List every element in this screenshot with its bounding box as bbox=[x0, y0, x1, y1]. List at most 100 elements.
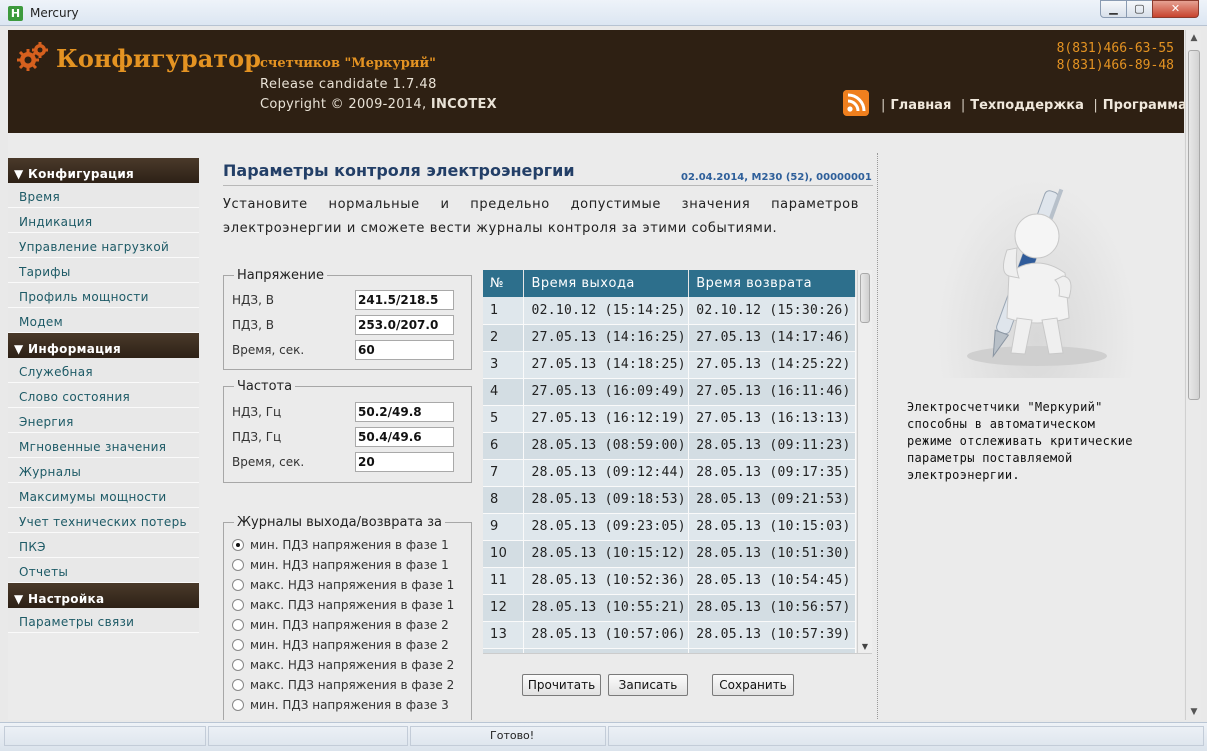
journal-option[interactable]: макс. ПДЗ напряжения в фазе 2 bbox=[232, 675, 467, 695]
radio-button[interactable] bbox=[232, 639, 244, 651]
close-button[interactable]: ✕ bbox=[1152, 0, 1199, 18]
table-row[interactable]: 8 28.05.13 (09:18:53) 28.05.13 (09:21:53) bbox=[483, 486, 856, 514]
rss-icon[interactable] bbox=[843, 90, 869, 116]
journal-table: № Время выхода Время возврата 1 02.10.12 … bbox=[483, 270, 856, 653]
radio-button[interactable] bbox=[232, 699, 244, 711]
journal-option-label: макс. НДЗ напряжения в фазе 2 bbox=[250, 658, 455, 672]
radio-button[interactable] bbox=[232, 539, 244, 551]
sidebar-item-instant-values[interactable]: Мгновенные значения bbox=[8, 433, 199, 458]
read-button[interactable]: Прочитать bbox=[522, 674, 601, 696]
field-label: ПДЗ, В bbox=[232, 318, 274, 332]
cell-return-time: 27.05.13 (16:13:13) bbox=[688, 405, 856, 433]
journal-option[interactable]: макс. НДЗ напряжения в фазе 2 bbox=[232, 655, 467, 675]
voltage-time-input[interactable]: 60 bbox=[355, 340, 454, 360]
sidebar-item-load-control[interactable]: Управление нагрузкой bbox=[8, 233, 199, 258]
promo-line: способны в автоматическом bbox=[907, 417, 1096, 431]
journal-option[interactable]: мин. ПДЗ напряжения в фазе 1 bbox=[232, 535, 467, 555]
write-button[interactable]: Записать bbox=[608, 674, 688, 696]
status-bar: Готово! bbox=[0, 722, 1207, 751]
promo-line: режиме отслеживать критические bbox=[907, 434, 1133, 448]
radio-button[interactable] bbox=[232, 579, 244, 591]
frequency-ndz-row: НДЗ, Гц 50.2/49.8 bbox=[232, 402, 454, 422]
scroll-down-arrow-icon[interactable]: ▼ bbox=[858, 640, 872, 653]
column-header-number[interactable]: № bbox=[483, 270, 525, 297]
scrollbar-thumb[interactable] bbox=[1188, 50, 1200, 400]
table-row[interactable]: 6 28.05.13 (08:59:00) 28.05.13 (09:11:23) bbox=[483, 432, 856, 460]
sidebar-item-modem[interactable]: Модем bbox=[8, 308, 199, 333]
table-scrollbar[interactable]: ▲ ▼ bbox=[857, 270, 872, 653]
journal-option[interactable]: макс. НДЗ напряжения в фазе 1 bbox=[232, 575, 467, 595]
frequency-time-input[interactable]: 20 bbox=[355, 452, 454, 472]
table-row[interactable]: 3 27.05.13 (14:18:25) 27.05.13 (14:25:22) bbox=[483, 351, 856, 379]
sidebar-item-technical-losses[interactable]: Учет технических потерь bbox=[8, 508, 199, 533]
sidebar-section-configuration[interactable]: ▼ Конфигурация bbox=[8, 158, 199, 183]
journal-option[interactable]: макс. ПДЗ напряжения в фазе 1 bbox=[232, 595, 467, 615]
journal-option-label: мин. ПДЗ напряжения в фазе 1 bbox=[250, 538, 449, 552]
voltage-pdz-input[interactable]: 253.0/207.0 bbox=[355, 315, 454, 335]
journal-option[interactable]: мин. ПДЗ напряжения в фазе 2 bbox=[232, 615, 467, 635]
nav-link-support[interactable]: Техподдержка bbox=[970, 98, 1084, 113]
sidebar-item-power-profile[interactable]: Профиль мощности bbox=[8, 283, 199, 308]
sidebar-item-service[interactable]: Служебная bbox=[8, 358, 199, 383]
maximize-button[interactable]: ▢ bbox=[1126, 0, 1153, 18]
sidebar: ▼ Конфигурация Время Индикация Управлени… bbox=[8, 158, 199, 633]
journal-option-label: мин. ПДЗ напряжения в фазе 2 bbox=[250, 618, 449, 632]
status-text: Готово! bbox=[490, 729, 535, 742]
cell-exit-time: 28.05.13 (10:57:06) bbox=[523, 621, 690, 649]
journal-option[interactable]: мин. ПДЗ напряжения в фазе 3 bbox=[232, 695, 467, 715]
cell-number: 9 bbox=[483, 513, 525, 541]
table-row[interactable]: 7 28.05.13 (09:12:44) 28.05.13 (09:17:35) bbox=[483, 459, 856, 487]
sidebar-item-pke[interactable]: ПКЭ bbox=[8, 533, 199, 558]
sidebar-item-tariffs[interactable]: Тарифы bbox=[8, 258, 199, 283]
copyright: Copyright © 2009-2014, INCOTEX bbox=[260, 97, 497, 112]
journal-option[interactable]: мин. НДЗ напряжения в фазе 1 bbox=[232, 555, 467, 575]
table-row[interactable]: 14 bbox=[483, 648, 856, 653]
sidebar-section-settings[interactable]: ▼ Настройка bbox=[8, 583, 199, 608]
release-version: Release candidate 1.7.48 bbox=[260, 77, 437, 92]
radio-button[interactable] bbox=[232, 599, 244, 611]
sidebar-item-journals[interactable]: Журналы bbox=[8, 458, 199, 483]
scrollbar-thumb[interactable] bbox=[860, 273, 870, 323]
table-row[interactable]: 13 28.05.13 (10:57:06) 28.05.13 (10:57:39) bbox=[483, 621, 856, 649]
table-row[interactable]: 2 27.05.13 (14:16:25) 27.05.13 (14:17:46) bbox=[483, 324, 856, 352]
scroll-down-arrow-icon[interactable]: ▼ bbox=[1186, 704, 1202, 720]
sidebar-item-time[interactable]: Время bbox=[8, 183, 199, 208]
voltage-ndz-input[interactable]: 241.5/218.5 bbox=[355, 290, 454, 310]
table-row[interactable]: 1 02.10.12 (15:14:25) 02.10.12 (15:30:26) bbox=[483, 297, 856, 325]
sidebar-section-information[interactable]: ▼ Информация bbox=[8, 333, 199, 358]
radio-button[interactable] bbox=[232, 559, 244, 571]
sidebar-item-status-word[interactable]: Слово состояния bbox=[8, 383, 199, 408]
journal-option[interactable]: мин. НДЗ напряжения в фазе 2 bbox=[232, 635, 467, 655]
minimize-button[interactable]: ▁ bbox=[1100, 0, 1127, 18]
status-cell bbox=[4, 726, 206, 746]
sidebar-item-energy[interactable]: Энергия bbox=[8, 408, 199, 433]
nav-link-home[interactable]: Главная bbox=[890, 98, 951, 113]
cell-exit-time: 28.05.13 (10:55:21) bbox=[523, 594, 690, 622]
radio-button[interactable] bbox=[232, 659, 244, 671]
table-row[interactable]: 5 27.05.13 (16:12:19) 27.05.13 (16:13:13) bbox=[483, 405, 856, 433]
save-button[interactable]: Сохранить bbox=[712, 674, 794, 696]
frequency-pdz-input[interactable]: 50.4/49.6 bbox=[355, 427, 454, 447]
device-meta: 02.04.2014, M230 (52), 00000001 bbox=[681, 172, 872, 183]
radio-button[interactable] bbox=[232, 679, 244, 691]
sidebar-item-connection-params[interactable]: Параметры связи bbox=[8, 608, 199, 633]
sidebar-item-reports[interactable]: Отчеты bbox=[8, 558, 199, 583]
page-scrollbar[interactable]: ▲ ▼ bbox=[1185, 30, 1201, 720]
window-title: Mercury bbox=[30, 6, 79, 20]
voltage-group: Напряжение НДЗ, В 241.5/218.5 ПДЗ, В 253… bbox=[223, 268, 472, 370]
radio-button[interactable] bbox=[232, 619, 244, 631]
table-row[interactable]: 4 27.05.13 (16:09:49) 27.05.13 (16:11:46) bbox=[483, 378, 856, 406]
table-row[interactable]: 10 28.05.13 (10:15:12) 28.05.13 (10:51:30) bbox=[483, 540, 856, 568]
table-row[interactable]: 11 28.05.13 (10:52:36) 28.05.13 (10:54:45) bbox=[483, 567, 856, 595]
table-row[interactable]: 9 28.05.13 (09:23:05) 28.05.13 (10:15:03) bbox=[483, 513, 856, 541]
column-header-return-time[interactable]: Время возврата bbox=[688, 270, 856, 297]
frequency-ndz-input[interactable]: 50.2/49.8 bbox=[355, 402, 454, 422]
scroll-up-arrow-icon[interactable]: ▲ bbox=[1186, 30, 1202, 46]
column-header-exit-time[interactable]: Время выхода bbox=[523, 270, 690, 297]
cell-return-time: 28.05.13 (10:56:57) bbox=[688, 594, 856, 622]
table-row[interactable]: 12 28.05.13 (10:55:21) 28.05.13 (10:56:57) bbox=[483, 594, 856, 622]
nav-link-program[interactable]: Программа bbox=[1103, 98, 1187, 113]
sidebar-item-power-maximums[interactable]: Максимумы мощности bbox=[8, 483, 199, 508]
sidebar-item-indication[interactable]: Индикация bbox=[8, 208, 199, 233]
gear-icon bbox=[17, 42, 48, 71]
